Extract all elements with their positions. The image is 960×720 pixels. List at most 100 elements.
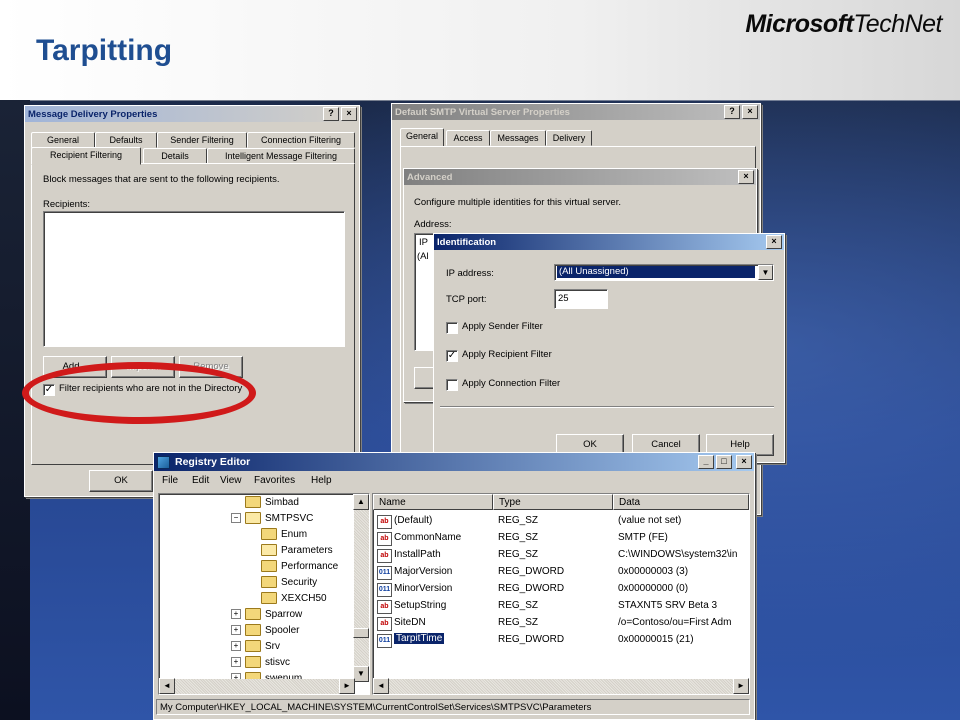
value-type: REG_DWORD bbox=[498, 566, 565, 577]
close-button[interactable]: × bbox=[736, 455, 752, 469]
close-button[interactable]: × bbox=[341, 107, 357, 121]
tree-item[interactable]: − SMTPSVC bbox=[231, 510, 313, 526]
menu-file[interactable]: File bbox=[162, 475, 178, 486]
value-data: C:\WINDOWS\system32\in bbox=[618, 549, 738, 560]
table-row[interactable]: 011 MinorVersion REG_DWORD 0x00000000 (0) bbox=[373, 581, 745, 598]
identification-dialog: Identification × IP address: (All Unassi… bbox=[433, 233, 785, 463]
scroll-right-icon[interactable]: ► bbox=[733, 678, 749, 694]
value-data: (value not set) bbox=[618, 515, 682, 526]
scroll-up-icon[interactable]: ▲ bbox=[353, 494, 369, 510]
scroll-left-icon[interactable]: ◄ bbox=[373, 678, 389, 694]
smtp-properties-titlebar: Default SMTP Virtual Server Properties ?… bbox=[392, 104, 760, 120]
tab-defaults[interactable]: Defaults bbox=[95, 132, 157, 148]
scroll-thumb[interactable] bbox=[353, 628, 369, 638]
string-value-icon: ab bbox=[377, 549, 392, 563]
tree-item[interactable]: Parameters bbox=[261, 542, 333, 558]
tcp-port-value: 25 bbox=[558, 293, 569, 304]
tree-hscroll[interactable] bbox=[159, 679, 354, 694]
message-delivery-titlebar: Message Delivery Properties ? × bbox=[25, 106, 359, 122]
tab-intelligent-message-filtering[interactable]: Intelligent Message Filtering bbox=[207, 148, 355, 164]
apply-sender-filter-checkbox[interactable] bbox=[446, 322, 458, 334]
tree-item[interactable]: Enum bbox=[261, 526, 307, 542]
tab-recipient-filtering[interactable]: Recipient Filtering bbox=[31, 147, 141, 165]
help-button[interactable]: ? bbox=[724, 105, 740, 119]
apply-recipient-filter-checkbox[interactable]: ✓ bbox=[446, 350, 458, 362]
tree-item-label: Parameters bbox=[281, 544, 333, 556]
minimize-button[interactable]: _ bbox=[698, 455, 714, 469]
tab-delivery[interactable]: Delivery bbox=[546, 130, 592, 146]
scroll-down-icon[interactable]: ▼ bbox=[353, 666, 369, 682]
close-button[interactable]: × bbox=[766, 235, 782, 249]
registry-values-pane[interactable]: Name Type Data ab (Default) REG_SZ (value n… bbox=[372, 493, 750, 695]
tcp-port-input[interactable]: 25 bbox=[554, 289, 608, 309]
table-row[interactable]: ab InstallPath REG_SZ C:\WINDOWS\system32\i… bbox=[373, 547, 745, 564]
tree-item[interactable]: XEXCH50 bbox=[261, 590, 327, 606]
highlight-ring bbox=[22, 362, 256, 424]
string-value-icon: ab bbox=[377, 617, 392, 631]
column-name[interactable]: Name bbox=[373, 494, 493, 510]
column-data[interactable]: Data bbox=[613, 494, 749, 510]
table-row[interactable]: ab SetupString REG_SZ STAXNT5 SRV Beta 3 bbox=[373, 598, 745, 615]
address-row[interactable]: (Al bbox=[417, 251, 429, 262]
help-button[interactable]: ? bbox=[323, 107, 339, 121]
tab-connection-filtering[interactable]: Connection Filtering bbox=[247, 132, 355, 148]
apply-connection-filter-label: Apply Connection Filter bbox=[462, 378, 561, 389]
tree-item[interactable]: Security bbox=[261, 574, 317, 590]
scroll-left-icon[interactable]: ◄ bbox=[159, 678, 175, 694]
registry-tree-pane[interactable]: Simbad − SMTPSVC Enum Parameters Performance S… bbox=[158, 493, 370, 695]
tree-item[interactable]: Performance bbox=[261, 558, 338, 574]
tree-item-label: Srv bbox=[265, 640, 280, 652]
recipients-list[interactable] bbox=[43, 211, 345, 347]
ip-address-select[interactable]: (All Unassigned) ▼ bbox=[554, 264, 774, 281]
tree-vscroll[interactable] bbox=[354, 494, 369, 680]
tree-item[interactable]: + Spooler bbox=[231, 622, 299, 638]
table-row[interactable]: ab SiteDN REG_SZ/o=Contoso/ou=First Adm bbox=[373, 615, 745, 632]
value-name: MajorVersion bbox=[394, 566, 453, 577]
scroll-right-icon[interactable]: ► bbox=[339, 678, 355, 694]
table-row[interactable]: 011 TarpitTime REG_DWORD 0x00000015 (21) bbox=[373, 632, 745, 649]
address-label: Address: bbox=[414, 219, 452, 230]
close-button[interactable]: × bbox=[742, 105, 758, 119]
table-row[interactable]: 011 MajorVersion REG_DWORD 0x00000003 (3) bbox=[373, 564, 745, 581]
registry-editor-titlebar: Registry Editor _ □ × bbox=[154, 453, 754, 471]
tree-item[interactable]: Simbad bbox=[231, 494, 299, 510]
tab-general[interactable]: General bbox=[31, 132, 95, 148]
value-name: (Default) bbox=[394, 515, 433, 526]
identification-titlebar: Identification × bbox=[434, 234, 784, 250]
message-delivery-dialog: Message Delivery Properties ? × General … bbox=[24, 105, 360, 497]
table-row[interactable]: ab (Default) REG_SZ (value not set) bbox=[373, 513, 745, 530]
values-hscroll[interactable] bbox=[373, 679, 749, 694]
tab-messages[interactable]: Messages bbox=[490, 130, 546, 146]
table-row[interactable]: ab CommonName REG_SZ SMTP (FE) bbox=[373, 530, 745, 547]
tree-item[interactable]: + Srv bbox=[231, 638, 280, 654]
maximize-button[interactable]: □ bbox=[716, 455, 732, 469]
tcp-port-label: TCP port: bbox=[446, 294, 487, 305]
menu-view[interactable]: View bbox=[220, 475, 242, 486]
close-button[interactable]: × bbox=[738, 170, 754, 184]
chevron-down-icon[interactable]: ▼ bbox=[758, 265, 773, 280]
tree-item[interactable]: + Sparrow bbox=[231, 606, 302, 622]
advanced-description: Configure multiple identities for this v… bbox=[414, 197, 621, 208]
value-data: SMTP (FE) bbox=[618, 532, 668, 543]
block-description: Block messages that are sent to the foll… bbox=[43, 174, 280, 185]
tab-details[interactable]: Details bbox=[143, 148, 207, 164]
menu-help[interactable]: Help bbox=[311, 475, 332, 486]
tab-general[interactable]: General bbox=[400, 128, 444, 147]
value-data: /o=Contoso/ou=First Adm bbox=[618, 617, 732, 628]
menu-favorites[interactable]: Favorites bbox=[254, 475, 295, 486]
apply-connection-filter-checkbox[interactable] bbox=[446, 379, 458, 391]
folder-open-icon bbox=[261, 544, 277, 556]
menu-edit[interactable]: Edit bbox=[192, 475, 209, 486]
expand-icon[interactable]: + bbox=[231, 625, 241, 635]
tab-access[interactable]: Access bbox=[446, 130, 490, 146]
address-column-ip: IP bbox=[419, 237, 428, 248]
ok-button[interactable]: OK bbox=[89, 470, 153, 492]
tree-item[interactable]: + stisvc bbox=[231, 654, 290, 670]
expand-icon[interactable]: + bbox=[231, 641, 241, 651]
tab-sender-filtering[interactable]: Sender Filtering bbox=[157, 132, 247, 148]
expand-icon[interactable]: + bbox=[231, 609, 241, 619]
tree-item-label: Sparrow bbox=[265, 608, 303, 620]
collapse-icon[interactable]: − bbox=[231, 513, 241, 523]
expand-icon[interactable]: + bbox=[231, 657, 241, 667]
column-type[interactable]: Type bbox=[493, 494, 613, 510]
